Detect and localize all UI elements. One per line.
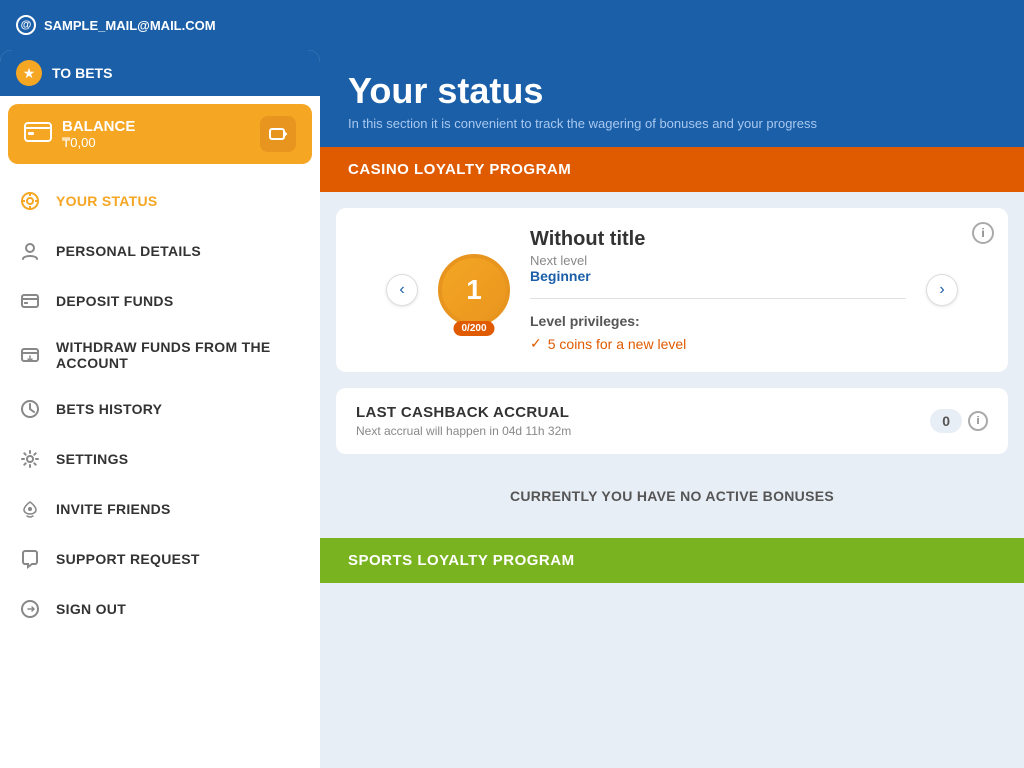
- balance-info: BALANCE ₸0,00: [24, 118, 135, 151]
- medal-number: 1: [466, 274, 482, 306]
- balance-text: BALANCE ₸0,00: [62, 118, 135, 151]
- balance-card-icon: [24, 120, 52, 148]
- level-next-label: Next level: [530, 253, 906, 268]
- level-next-button[interactable]: ›: [926, 274, 958, 306]
- bets-history-label: BETS HISTORY: [56, 401, 162, 417]
- header-email-row: @ SAMPLE_MAIL@MAIL.COM: [16, 15, 216, 35]
- invite-friends-icon: [18, 497, 42, 521]
- sidebar-item-settings[interactable]: SETTINGS: [0, 434, 320, 484]
- level-privileges-label: Level privileges:: [530, 313, 906, 329]
- sign-out-label: SIGN OUT: [56, 601, 126, 617]
- balance-action-button[interactable]: [260, 116, 296, 152]
- main-layout: ★ TO BETS BALANCE ₸0,00: [0, 50, 1024, 768]
- star-icon: ★: [16, 60, 42, 86]
- withdraw-funds-icon: [18, 343, 42, 367]
- cashback-section: LAST CASHBACK ACCRUAL Next accrual will …: [336, 388, 1008, 454]
- page-title: Your status: [348, 70, 996, 112]
- balance-label: BALANCE: [62, 118, 135, 135]
- cashback-title: LAST CASHBACK ACCRUAL: [356, 404, 571, 421]
- to-bets-bar[interactable]: ★ TO BETS: [0, 50, 320, 96]
- sign-out-icon: [18, 597, 42, 621]
- sidebar-menu: YOUR STATUS PERSONAL DETAILS: [0, 172, 320, 768]
- level-title: Without title: [530, 228, 906, 251]
- cashback-right: 0 i: [930, 409, 988, 433]
- deposit-funds-label: DEPOSIT FUNDS: [56, 293, 173, 309]
- level-next-value: Beginner: [530, 268, 906, 284]
- email-icon: @: [16, 15, 36, 35]
- sports-loyalty-header: SPORTS LOYALTY PROGRAM: [320, 538, 1024, 583]
- check-icon: ✓: [530, 335, 542, 352]
- level-row: ‹ 1 0/200 Without title Next level Begin…: [356, 228, 988, 352]
- cashback-left: LAST CASHBACK ACCRUAL Next accrual will …: [356, 404, 571, 438]
- level-prev-button[interactable]: ‹: [386, 274, 418, 306]
- cashback-subtitle: Next accrual will happen in 04d 11h 32m: [356, 424, 571, 438]
- sidebar-item-sign-out[interactable]: SIGN OUT: [0, 584, 320, 634]
- content-header: Your status In this section it is conven…: [320, 50, 1024, 147]
- deposit-funds-icon: [18, 289, 42, 313]
- your-status-label: YOUR STATUS: [56, 193, 158, 209]
- page-subtitle: In this section it is convenient to trac…: [348, 116, 996, 131]
- sidebar-item-personal-details[interactable]: PERSONAL DETAILS: [0, 226, 320, 276]
- level-medal: 1 0/200: [438, 254, 510, 326]
- personal-details-label: PERSONAL DETAILS: [56, 243, 201, 259]
- level-info: Without title Next level Beginner Level …: [530, 228, 906, 352]
- medal-progress: 0/200: [453, 321, 494, 336]
- sidebar-item-deposit-funds[interactable]: DEPOSIT FUNDS: [0, 276, 320, 326]
- level-divider: [530, 298, 906, 299]
- main-content: Your status In this section it is conven…: [320, 50, 1024, 768]
- sidebar-item-withdraw-funds[interactable]: WITHDRAW FUNDS FROM THE ACCOUNT: [0, 326, 320, 384]
- withdraw-funds-label: WITHDRAW FUNDS FROM THE ACCOUNT: [56, 339, 302, 371]
- sidebar-item-bets-history[interactable]: BETS HISTORY: [0, 384, 320, 434]
- bets-history-icon: [18, 397, 42, 421]
- balance-amount: ₸0,00: [62, 135, 135, 151]
- your-status-icon: [18, 189, 42, 213]
- sidebar-item-invite-friends[interactable]: INVITE FRIENDS: [0, 484, 320, 534]
- cashback-amount: 0: [930, 409, 962, 433]
- privilege-item: ✓ 5 coins for a new level: [530, 335, 906, 352]
- sidebar: ★ TO BETS BALANCE ₸0,00: [0, 50, 320, 768]
- privilege-text: 5 coins for a new level: [548, 336, 687, 352]
- casino-loyalty-header: CASINO LOYALTY PROGRAM: [320, 147, 1024, 192]
- loyalty-info-button[interactable]: i: [972, 222, 994, 244]
- cashback-info-button[interactable]: i: [968, 411, 988, 431]
- settings-icon: [18, 447, 42, 471]
- settings-label: SETTINGS: [56, 451, 128, 467]
- casino-loyalty-card: i ‹ 1 0/200 Without title Next level: [336, 208, 1008, 372]
- sidebar-item-support-request[interactable]: SUPPORT REQUEST: [0, 534, 320, 584]
- no-bonuses-button[interactable]: CURRENTLY YOU HAVE NO ACTIVE BONUSES: [336, 470, 1008, 522]
- header: @ SAMPLE_MAIL@MAIL.COM: [0, 0, 1024, 50]
- sidebar-item-your-status[interactable]: YOUR STATUS: [0, 176, 320, 226]
- balance-card: BALANCE ₸0,00: [8, 104, 312, 164]
- support-request-label: SUPPORT REQUEST: [56, 551, 200, 567]
- invite-friends-label: INVITE FRIENDS: [56, 501, 171, 517]
- to-bets-label: TO BETS: [52, 65, 112, 81]
- content-body: CASINO LOYALTY PROGRAM i ‹ 1 0/200: [320, 147, 1024, 768]
- personal-details-icon: [18, 239, 42, 263]
- medal-outer: 1: [438, 254, 510, 326]
- user-email: SAMPLE_MAIL@MAIL.COM: [44, 18, 216, 33]
- support-request-icon: [18, 547, 42, 571]
